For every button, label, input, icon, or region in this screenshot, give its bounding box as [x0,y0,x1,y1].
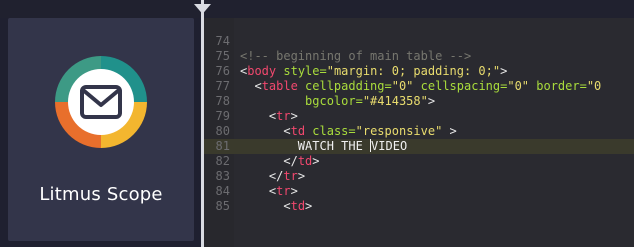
code-bracket: </ [268,169,284,183]
code-attribute: border= [529,79,587,93]
litmus-scope-logo-icon [55,56,147,148]
code-line[interactable]: 82 </td> [204,154,634,169]
code-tag: td [290,199,306,213]
line-number: 74 [215,34,230,48]
line-number: 76 [215,64,230,78]
code-text: WATCH THE [297,139,371,153]
divider-handle-icon[interactable] [194,4,211,14]
code-line[interactable]: 77 <table cellpadding="0" cellspacing="0… [204,79,634,94]
code-attribute: cellspacing= [413,79,508,93]
top-strip [0,0,634,18]
code-line[interactable]: 81 WATCH THE VIDEO [204,139,634,154]
code-string: "0" [507,79,530,93]
code-tag: tr [276,184,291,198]
code-line[interactable]: 85 <td> [204,199,634,214]
code-bracket: > [290,184,298,198]
code-tag: tr [283,169,298,183]
code-bracket: < [283,124,291,138]
code-bracket: > [427,94,436,108]
line-number: 78 [215,94,230,108]
code-tag: tr [276,109,291,123]
code-line[interactable]: 84 <tr> [204,184,634,199]
code-string: "0 [586,79,602,93]
code-bracket: > [312,154,320,168]
line-number: 83 [215,169,230,183]
code-line[interactable]: 78 bgcolor="#414358"> [204,94,634,109]
code-line[interactable]: 79 <tr> [204,109,634,124]
code-attribute: cellpadding= [297,79,392,93]
line-number: 85 [215,199,230,213]
code-string: "0" [391,79,414,93]
code-bracket: > [442,124,457,138]
code-attribute: bgcolor= [305,94,363,108]
logo-center-disc [68,69,134,135]
code-line[interactable]: 80 <td class="responsive" > [204,124,634,139]
code-attribute: style= [276,64,327,78]
code-bracket: > [290,109,298,123]
code-bracket: > [297,169,306,183]
line-number: 77 [215,79,230,93]
code-line[interactable]: 83 </tr> [204,169,634,184]
code-line[interactable]: 76 <body style="margin: 0; padding: 0;"> [204,64,634,79]
code-text: VIDEO [371,139,408,153]
code-tag: body [247,64,277,78]
code-bracket: < [254,79,262,93]
code-bracket: > [500,64,508,78]
code-tag: td [297,154,313,168]
code-string: "responsive" [355,124,443,138]
line-number: 80 [215,124,230,138]
code-bracket: > [305,199,313,213]
code-string: "#414358" [362,94,428,108]
logo-panel: Litmus Scope [8,18,194,241]
code-tag: table [261,79,298,93]
code-string: "margin: 0; padding: 0;" [326,64,501,78]
code-comment: <!-- beginning of main table --> [240,49,472,63]
code-bracket: < [283,199,291,213]
logo-wordmark: Litmus Scope [39,184,163,205]
line-number: 81 [215,139,230,153]
line-number: 82 [215,154,230,168]
line-number: 79 [215,109,230,123]
code-tag: td [290,124,306,138]
line-number: 84 [215,184,230,198]
code-line[interactable]: 75 <!-- beginning of main table --> [204,49,634,64]
comparison-divider[interactable] [201,0,204,247]
code-editor[interactable]: 74 75 <!-- beginning of main table --> 76 <b… [204,18,634,247]
line-number: 75 [215,49,230,63]
code-attribute: class= [305,124,356,138]
code-bracket: </ [283,154,298,168]
code-line[interactable]: 74 [204,34,634,49]
